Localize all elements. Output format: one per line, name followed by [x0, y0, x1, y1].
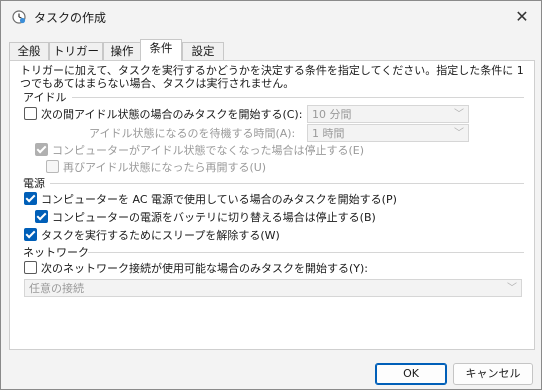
tab-conditions[interactable]: 条件	[140, 39, 182, 61]
network-connection-combo[interactable]: 任意の接続 ﹀	[24, 279, 522, 297]
title-bar: タスクの作成 ✕	[1, 1, 541, 33]
task-scheduler-clock-icon	[12, 10, 26, 24]
wake-to-run-checkbox[interactable]	[24, 228, 37, 241]
wait-duration-label: アイドル状態になるのを待機する時間(A):	[89, 127, 296, 140]
ok-button[interactable]: OK	[375, 363, 447, 385]
start-only-network-label: 次のネットワーク接続が使用可能な場合のみタスクを開始する(Y):	[41, 262, 369, 275]
tab-general[interactable]: 全般	[9, 42, 49, 60]
tab-triggers[interactable]: トリガー	[49, 42, 103, 60]
restart-if-idle-checkbox[interactable]	[46, 160, 59, 173]
wait-duration-combo[interactable]: 1 時間 ﹀	[307, 124, 469, 142]
power-divider	[50, 183, 524, 184]
tab-actions[interactable]: 操作	[103, 42, 141, 60]
idle-duration-combo[interactable]: 10 分間 ﹀	[307, 105, 469, 123]
window-title: タスクの作成	[34, 11, 107, 25]
stop-if-not-idle-label: コンピューターがアイドル状態でなくなった場合は停止する(E)	[52, 144, 364, 157]
wake-to-run-label: タスクを実行するためにスリープを解除する(W)	[41, 229, 280, 242]
chevron-down-icon: ﹀	[454, 109, 464, 120]
start-only-ac-checkbox[interactable]	[24, 192, 37, 205]
start-only-if-idle-checkbox[interactable]	[24, 107, 37, 120]
network-divider	[88, 252, 524, 253]
power-section-label: 電源	[23, 177, 45, 190]
tab-settings[interactable]: 設定	[182, 42, 224, 60]
conditions-panel: トリガーに加えて、タスクを実行するかどうかを決定する条件を指定してください。指定…	[9, 60, 535, 350]
close-icon[interactable]: ✕	[509, 4, 535, 30]
start-only-if-idle-label: 次の間アイドル状態の場合のみタスクを開始する(C):	[41, 108, 303, 121]
idle-duration-value: 10 分間	[312, 108, 352, 121]
network-connection-value: 任意の接続	[29, 282, 84, 295]
stop-on-battery-checkbox[interactable]	[35, 210, 48, 223]
restart-if-idle-label: 再びアイドル状態になったら再開する(U)	[63, 161, 267, 174]
stop-on-battery-label: コンピューターの電源をバッテリに切り替える場合は停止する(B)	[52, 211, 376, 224]
idle-section-label: アイドル	[23, 91, 67, 104]
chevron-down-icon: ﹀	[454, 128, 464, 139]
cancel-button[interactable]: キャンセル	[453, 363, 533, 385]
start-only-ac-label: コンピューターを AC 電源で使用している場合のみタスクを開始する(P)	[41, 193, 397, 206]
chevron-down-icon: ﹀	[507, 283, 517, 294]
description-text: トリガーに加えて、タスクを実行するかどうかを決定する条件を指定してください。指定…	[20, 64, 524, 90]
wait-duration-value: 1 時間	[312, 127, 345, 140]
start-only-network-checkbox[interactable]	[24, 261, 37, 274]
idle-divider	[72, 97, 524, 98]
network-section-label: ネットワーク	[23, 246, 89, 259]
task-create-dialog: タスクの作成 ✕ 全般 トリガー 操作 条件 設定 トリガーに加えて、タスクを実…	[0, 0, 542, 390]
stop-if-not-idle-checkbox[interactable]	[35, 143, 48, 156]
